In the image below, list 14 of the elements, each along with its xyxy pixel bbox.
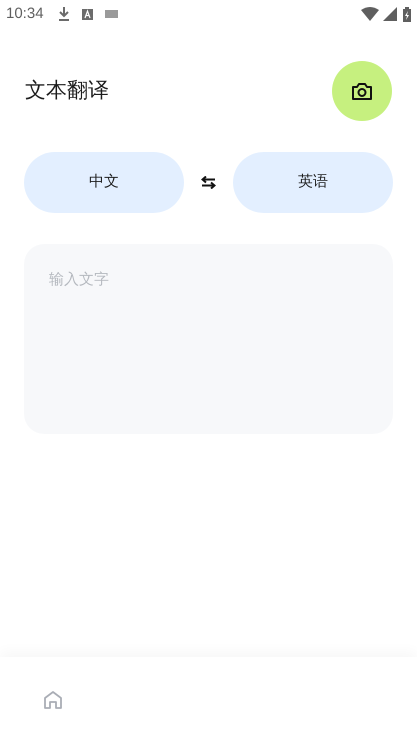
source-language-button[interactable]: 中文 [24,152,184,213]
text-icon [82,8,93,20]
signal-icon [383,7,397,21]
home-icon [43,690,63,710]
page-title: 文本翻译 [25,78,109,104]
keyboard-icon [104,10,118,18]
target-language-button[interactable]: 英语 [233,152,393,213]
swap-icon [201,176,216,189]
wifi-icon [361,7,379,21]
battery-icon [403,6,411,22]
camera-icon [351,82,373,100]
status-time: 10:34 [6,4,44,24]
text-input-field[interactable]: 输入文字 [24,244,393,434]
download-icon [58,7,70,21]
